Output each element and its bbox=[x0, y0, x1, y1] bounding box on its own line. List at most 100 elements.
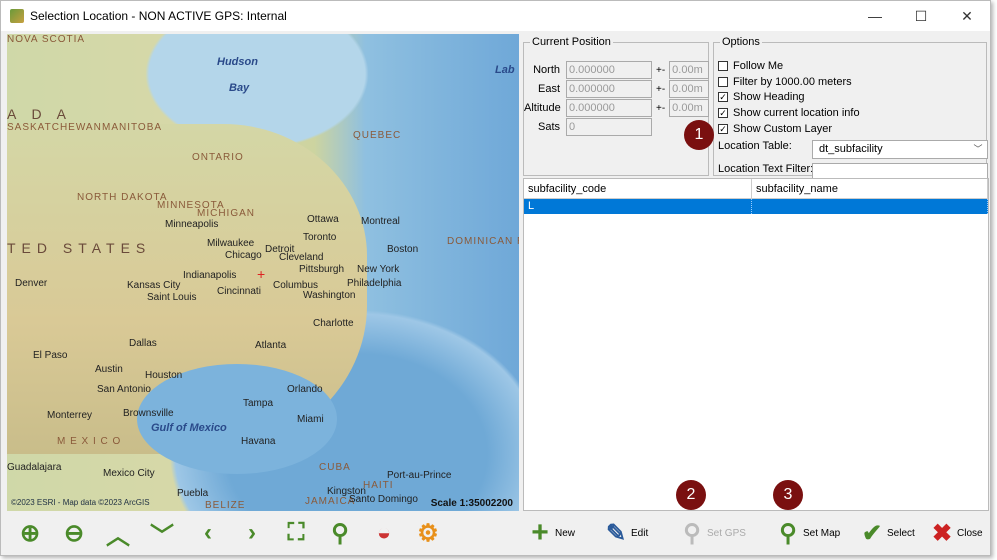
checkbox-label: Follow Me bbox=[733, 60, 784, 72]
map-label: NORTH DAKOTA bbox=[77, 192, 168, 203]
checkmark-icon: ✔ bbox=[861, 519, 883, 547]
altitude-label: Altitude bbox=[524, 102, 561, 114]
satellite-dish-icon: ◒ bbox=[376, 519, 392, 546]
map-label: M E X I C O bbox=[57, 436, 122, 447]
column-header-name[interactable]: subfacility_name bbox=[752, 179, 988, 198]
map-label: Cincinnati bbox=[217, 286, 261, 297]
map-label: TED STATES bbox=[7, 240, 152, 256]
map-label: Guadalajara bbox=[7, 462, 62, 473]
title-bar: Selection Location - NON ACTIVE GPS: Int… bbox=[1, 1, 990, 31]
pan-right-button[interactable]: › bbox=[237, 517, 267, 549]
option-checkbox-row[interactable]: ✓ Show Custom Layer bbox=[718, 123, 832, 135]
pan-left-button[interactable]: ‹ bbox=[193, 517, 223, 549]
map-label: El Paso bbox=[33, 350, 68, 361]
east-field[interactable]: 0.000000 bbox=[566, 80, 652, 98]
plus-minus-label: +- bbox=[656, 102, 666, 114]
right-panel: Current Position North 0.000000 +- 0.00m Ea… bbox=[523, 34, 989, 511]
set-gps-button[interactable]: ⚲ Set GPS bbox=[677, 517, 746, 549]
plus-icon: + bbox=[531, 516, 549, 549]
option-checkbox-row[interactable]: Filter by 1000.00 meters bbox=[718, 76, 852, 88]
checkbox[interactable]: ✓ bbox=[718, 92, 728, 103]
full-extent-button[interactable]: ⛶ bbox=[281, 517, 311, 549]
map-label: Puebla bbox=[177, 488, 209, 499]
zoom-out-icon: ⊖ bbox=[63, 519, 85, 547]
new-button[interactable]: + New bbox=[525, 516, 576, 549]
north-label: North bbox=[533, 64, 560, 76]
map-copyright: ©2023 ESRI - Map data ©2023 ArcGIS bbox=[11, 498, 150, 507]
map-label: Mexico City bbox=[103, 468, 155, 479]
map-label: New York bbox=[357, 264, 400, 275]
option-checkbox-row[interactable]: ✓ Show current location info bbox=[718, 107, 860, 119]
map-label: NOVA SCOTIA bbox=[7, 34, 86, 45]
callout-badge-1: 1 bbox=[684, 120, 714, 150]
close-window-button[interactable]: ✕ bbox=[944, 1, 990, 31]
map-label: Saint Louis bbox=[147, 292, 197, 303]
select-label: Select bbox=[887, 527, 915, 539]
table-row[interactable]: L bbox=[524, 199, 988, 214]
edit-label: Edit bbox=[631, 527, 649, 539]
map-label: Pittsburgh bbox=[299, 264, 345, 275]
checkbox[interactable] bbox=[718, 61, 728, 71]
location-grid: subfacility_code subfacility_name L bbox=[523, 178, 989, 511]
settings-button[interactable]: ⚙ bbox=[413, 517, 443, 549]
map-label: JAMAICA bbox=[305, 496, 356, 507]
map-label: Austin bbox=[95, 364, 123, 375]
map-label: Santo Domingo bbox=[349, 494, 418, 505]
map-label: QUEBEC bbox=[353, 130, 402, 141]
minimize-button[interactable]: — bbox=[852, 1, 898, 31]
window-title: Selection Location - NON ACTIVE GPS: Int… bbox=[30, 9, 287, 23]
full-extent-icon: ⛶ bbox=[287, 519, 305, 546]
option-checkbox-row[interactable]: Follow Me bbox=[718, 60, 783, 72]
maximize-button[interactable]: ☐ bbox=[898, 1, 944, 31]
pan-up-button[interactable]: ︿ bbox=[103, 517, 133, 550]
set-map-button[interactable]: ⚲ Set Map bbox=[773, 517, 840, 549]
altitude-field[interactable]: 0.000000 bbox=[566, 99, 652, 117]
edit-document-icon: ✎ bbox=[605, 519, 627, 547]
column-header-code[interactable]: subfacility_code bbox=[524, 179, 752, 198]
satellite-button[interactable]: ◒ bbox=[369, 517, 399, 549]
map-view[interactable]: + ©2023 ESRI - Map data ©2023 ArcGIS Sca… bbox=[7, 34, 519, 511]
options-legend: Options bbox=[722, 36, 760, 48]
chevron-up-icon: ︿ bbox=[106, 522, 130, 550]
east-accuracy-field[interactable]: 0.00m bbox=[669, 80, 710, 98]
close-button[interactable]: ✖ Close bbox=[927, 517, 983, 549]
gear-icon: ⚙ bbox=[417, 519, 439, 547]
location-table-label: Location Table: bbox=[718, 140, 792, 152]
checkbox[interactable] bbox=[718, 76, 728, 87]
map-label: BELIZE bbox=[205, 500, 246, 511]
map-label: Orlando bbox=[287, 384, 323, 395]
map-label: HAITI bbox=[363, 480, 394, 491]
select-button[interactable]: ✔ Select bbox=[857, 517, 915, 549]
map-label: Ottawa bbox=[307, 214, 339, 225]
option-checkbox-row[interactable]: ✓ Show Heading bbox=[718, 91, 805, 103]
zoom-out-button[interactable]: ⊖ bbox=[59, 517, 89, 549]
map-label: Milwaukee bbox=[207, 238, 255, 249]
chevron-down-icon[interactable]: ﹀ bbox=[971, 143, 985, 156]
options-group: Options Follow Me Filter by 1000.00 meter… bbox=[713, 36, 988, 186]
map-pin-icon: ⚲ bbox=[683, 519, 701, 547]
location-table-dropdown[interactable]: dt_subfacility ﹀ bbox=[812, 140, 988, 159]
map-scale: Scale 1:35002200 bbox=[430, 498, 513, 509]
altitude-accuracy-field[interactable]: 0.00m bbox=[669, 99, 710, 117]
north-accuracy-field[interactable]: 0.00m bbox=[669, 61, 710, 79]
set-gps-label: Set GPS bbox=[707, 527, 746, 539]
chevron-left-icon: ‹ bbox=[204, 519, 212, 546]
checkbox-label: Show current location info bbox=[733, 107, 860, 120]
close-icon: ✖ bbox=[931, 519, 953, 547]
sats-field[interactable]: 0 bbox=[566, 118, 652, 136]
north-field[interactable]: 0.000000 bbox=[566, 61, 652, 79]
new-label: New bbox=[555, 527, 576, 539]
east-label: East bbox=[537, 83, 560, 95]
chevron-right-icon: › bbox=[248, 519, 256, 546]
checkbox[interactable]: ✓ bbox=[718, 123, 728, 134]
checkbox[interactable]: ✓ bbox=[718, 108, 728, 119]
current-position-group: Current Position North 0.000000 +- 0.00m Ea… bbox=[523, 36, 710, 176]
plus-minus-label: +- bbox=[656, 64, 666, 76]
locate-button[interactable]: ⚲ bbox=[325, 517, 355, 549]
bottom-toolbar: ⊕ ⊖ ︿ ﹀ ‹ › ⛶ ⚲ ◒ ⚙ + New ✎ Edit ⚲ Set GPS … bbox=[7, 513, 987, 553]
edit-button[interactable]: ✎ Edit bbox=[601, 517, 648, 549]
pan-down-button[interactable]: ﹀ bbox=[147, 517, 177, 550]
map-label: Montreal bbox=[361, 216, 400, 227]
selection-location-window: Selection Location - NON ACTIVE GPS: Int… bbox=[0, 0, 991, 556]
zoom-in-button[interactable]: ⊕ bbox=[15, 517, 45, 549]
